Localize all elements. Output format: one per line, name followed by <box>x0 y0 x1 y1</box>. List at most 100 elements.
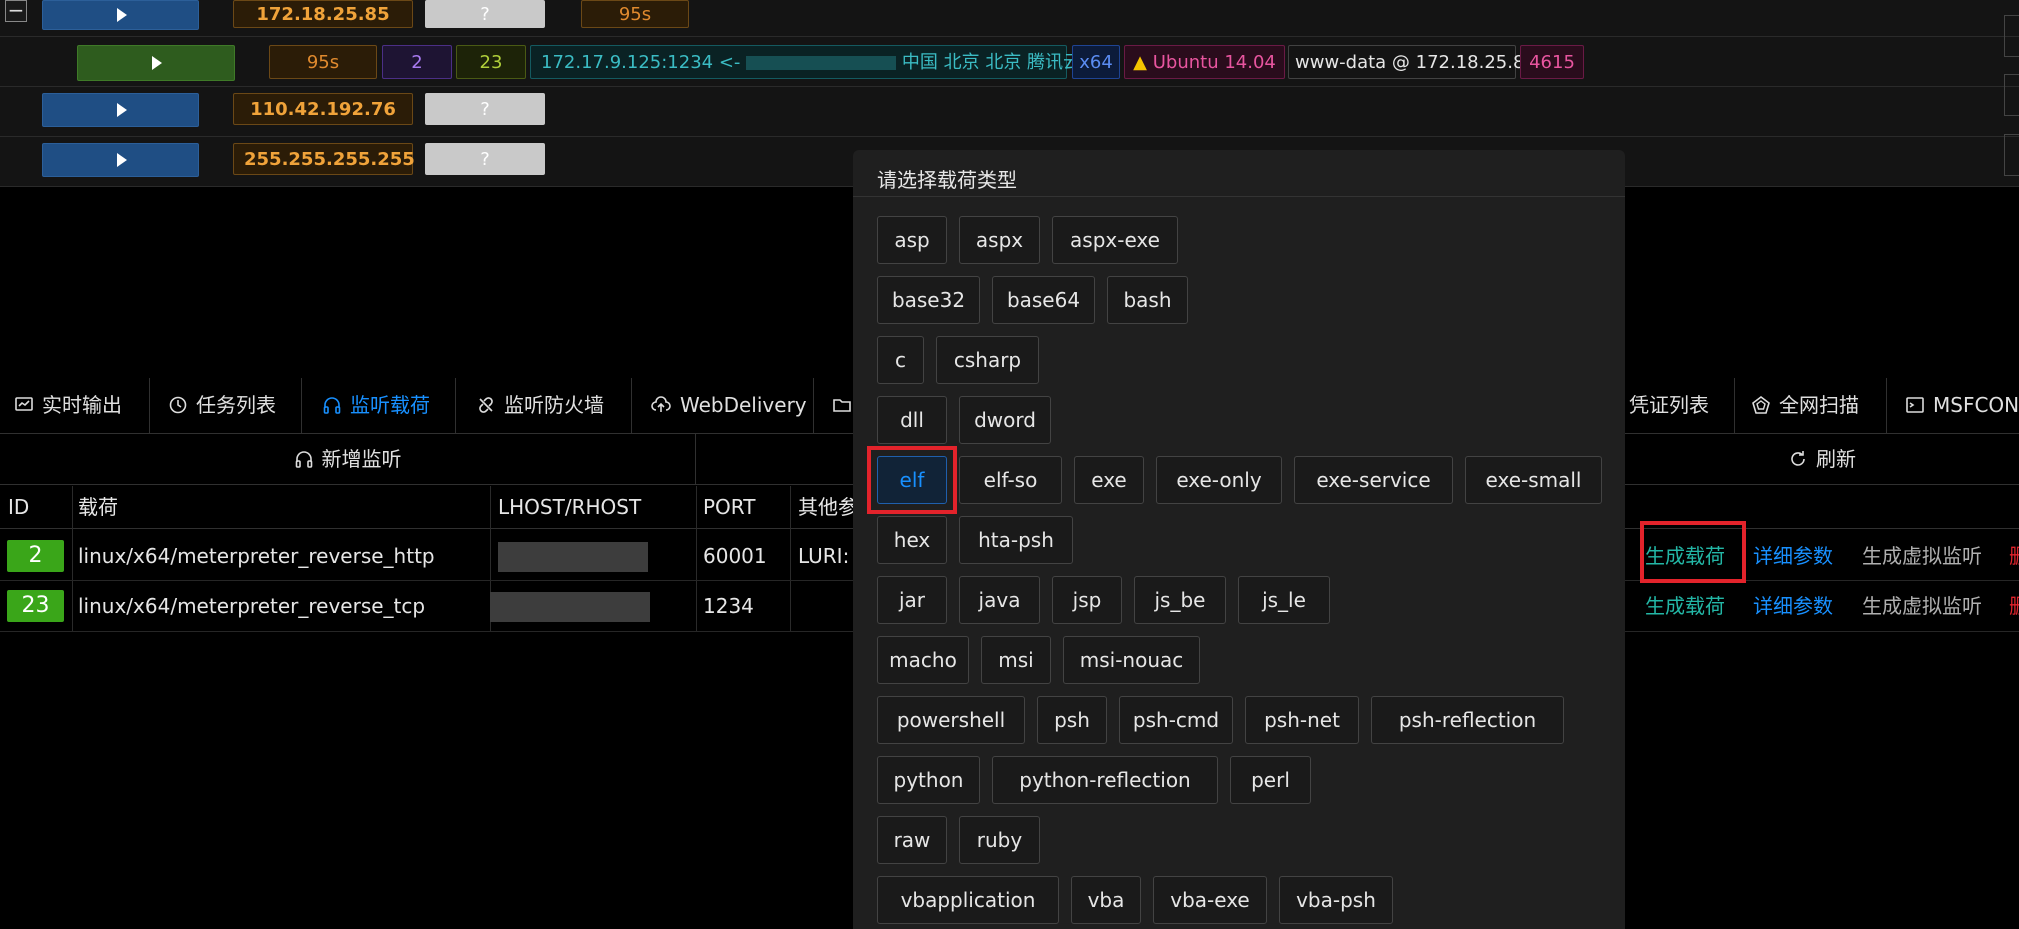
tab-label: 凭证列表 <box>1629 393 1709 417</box>
clock-icon <box>169 396 187 414</box>
payload-type-button[interactable]: exe-only <box>1156 456 1282 504</box>
payload-type-button[interactable]: psh-net <box>1245 696 1359 744</box>
highlight-box <box>867 446 957 514</box>
redacted-block <box>746 56 897 70</box>
heartbeat-tag: 95s <box>269 45 377 79</box>
payload-type-button[interactable]: vba-psh <box>1279 876 1393 924</box>
column-divider <box>72 486 73 631</box>
payload-type-button[interactable]: hex <box>877 516 947 564</box>
play-button[interactable] <box>42 93 199 127</box>
tab-realtime-output[interactable]: 实时输出 <box>0 378 150 433</box>
redacted-host <box>490 592 650 622</box>
payload-type-button[interactable]: asp <box>877 216 947 264</box>
payload-cell: linux/x64/meterpreter_reverse_http <box>78 544 435 568</box>
refresh-icon <box>1791 451 1805 466</box>
play-button[interactable] <box>77 45 235 81</box>
column-divider <box>696 486 697 631</box>
monitor-icon <box>15 397 33 411</box>
session-count-tag: 2 <box>382 45 452 79</box>
payload-type-button[interactable]: jsp <box>1052 576 1122 624</box>
payload-type-button[interactable]: js_be <box>1134 576 1226 624</box>
scroll-handle[interactable] <box>2004 134 2019 176</box>
payload-type-button[interactable]: ruby <box>959 816 1040 864</box>
virtual-listener-link[interactable]: 生成虚拟监听 <box>1862 582 1982 630</box>
payload-type-button[interactable]: macho <box>877 636 969 684</box>
payload-type-button[interactable]: c <box>877 336 924 384</box>
cloud-upload-icon <box>651 396 671 412</box>
add-listener-button[interactable]: 新增监听 <box>0 434 696 484</box>
payload-type-button[interactable]: js_le <box>1238 576 1330 624</box>
modal-title: 请选择载荷类型 <box>877 168 1017 192</box>
payload-type-button[interactable]: aspx <box>959 216 1040 264</box>
payload-type-button[interactable]: raw <box>877 816 947 864</box>
os-tag: ▲ Ubuntu 14.04 <box>1124 45 1285 79</box>
payload-type-button[interactable]: hta-psh <box>959 516 1073 564</box>
payload-type-button[interactable]: jar <box>877 576 947 624</box>
payload-type-button[interactable]: csharp <box>936 336 1039 384</box>
column-header: PORT <box>703 495 756 519</box>
virtual-listener-link[interactable]: 生成虚拟监听 <box>1862 532 1982 580</box>
payload-type-button[interactable]: base32 <box>877 276 980 324</box>
payload-type-button[interactable]: dword <box>959 396 1051 444</box>
details-link[interactable]: 详细参数 <box>1753 532 1833 580</box>
payload-type-modal: 请选择载荷类型 asp aspx aspx-exe base32 base64 bash c… <box>853 150 1625 929</box>
delete-link[interactable]: 删 <box>2009 582 2019 630</box>
payload-type-button[interactable]: dll <box>877 396 947 444</box>
refresh-button[interactable]: 刷新 <box>1625 434 2019 484</box>
refresh-label: 刷新 <box>1816 447 1856 471</box>
payload-type-button[interactable]: exe-service <box>1294 456 1453 504</box>
scroll-handle[interactable] <box>2004 15 2019 57</box>
tab-label: 监听防火墙 <box>504 393 604 417</box>
play-button[interactable] <box>42 0 199 30</box>
payload-type-button[interactable]: msi-nouac <box>1063 636 1200 684</box>
payload-type-button[interactable]: bash <box>1107 276 1188 324</box>
payload-type-button[interactable]: elf-so <box>959 456 1062 504</box>
os-name: Ubuntu 14.04 <box>1152 52 1276 73</box>
payload-type-button[interactable]: python-reflection <box>992 756 1218 804</box>
os-unknown-tag: ? <box>425 143 545 175</box>
delete-link[interactable]: 删 <box>2009 532 2019 580</box>
pid-tag: 4615 <box>1520 45 1584 79</box>
payload-type-button[interactable]: psh-reflection <box>1371 696 1564 744</box>
tab-listener-payload[interactable]: 监听载荷 <box>304 378 456 433</box>
tab-label: 实时输出 <box>42 393 122 417</box>
payload-type-button[interactable]: psh-cmd <box>1119 696 1233 744</box>
user-tag: www-data @ 172.18.25.85 <box>1288 45 1536 79</box>
scroll-handle[interactable] <box>2004 74 2019 116</box>
tab-webdelivery[interactable]: WebDelivery <box>634 378 814 433</box>
link-broken-icon <box>479 397 493 413</box>
payload-type-button[interactable]: psh <box>1037 696 1107 744</box>
collapse-toggle[interactable]: − <box>5 0 27 22</box>
payload-type-button[interactable]: exe <box>1074 456 1144 504</box>
payload-type-button[interactable]: msi <box>981 636 1051 684</box>
tab-files[interactable] <box>816 378 856 433</box>
payload-type-button[interactable]: powershell <box>877 696 1025 744</box>
payload-type-button[interactable]: base64 <box>992 276 1095 324</box>
play-button[interactable] <box>42 143 199 177</box>
payload-type-button[interactable]: perl <box>1230 756 1311 804</box>
divider <box>853 196 1625 197</box>
payload-type-button[interactable]: exe-small <box>1465 456 1602 504</box>
add-listener-label: 新增监听 <box>321 447 402 471</box>
payload-type-button[interactable]: python <box>877 756 980 804</box>
column-header: LHOST/RHOST <box>498 495 642 519</box>
tab-task-list[interactable]: 任务列表 <box>152 378 302 433</box>
radar-icon <box>1752 396 1770 414</box>
generate-payload-link[interactable]: 生成载荷 <box>1645 582 1725 630</box>
redacted-host <box>498 542 648 572</box>
host-ip-tag: 110.42.192.76 <box>233 93 413 125</box>
payload-type-button[interactable]: java <box>959 576 1040 624</box>
tab-msfconsole[interactable]: MSFCON <box>1889 378 2019 433</box>
payload-cell: linux/x64/meterpreter_reverse_tcp <box>78 594 426 618</box>
details-link[interactable]: 详细参数 <box>1753 582 1833 630</box>
payload-type-button[interactable]: vba-exe <box>1153 876 1267 924</box>
payload-type-button[interactable]: aspx-exe <box>1052 216 1178 264</box>
tab-credentials[interactable]: 凭证列表 <box>1625 378 1735 433</box>
tab-listener-firewall[interactable]: 监听防火墙 <box>458 378 632 433</box>
host-ip-tag: 255.255.255.255 <box>233 143 415 175</box>
tab-network-scan[interactable]: 全网扫描 <box>1737 378 1887 433</box>
headphones-icon <box>323 397 341 414</box>
tab-label: MSFCON <box>1933 393 2019 417</box>
payload-type-button[interactable]: vbapplication <box>877 876 1059 924</box>
payload-type-button[interactable]: vba <box>1071 876 1141 924</box>
